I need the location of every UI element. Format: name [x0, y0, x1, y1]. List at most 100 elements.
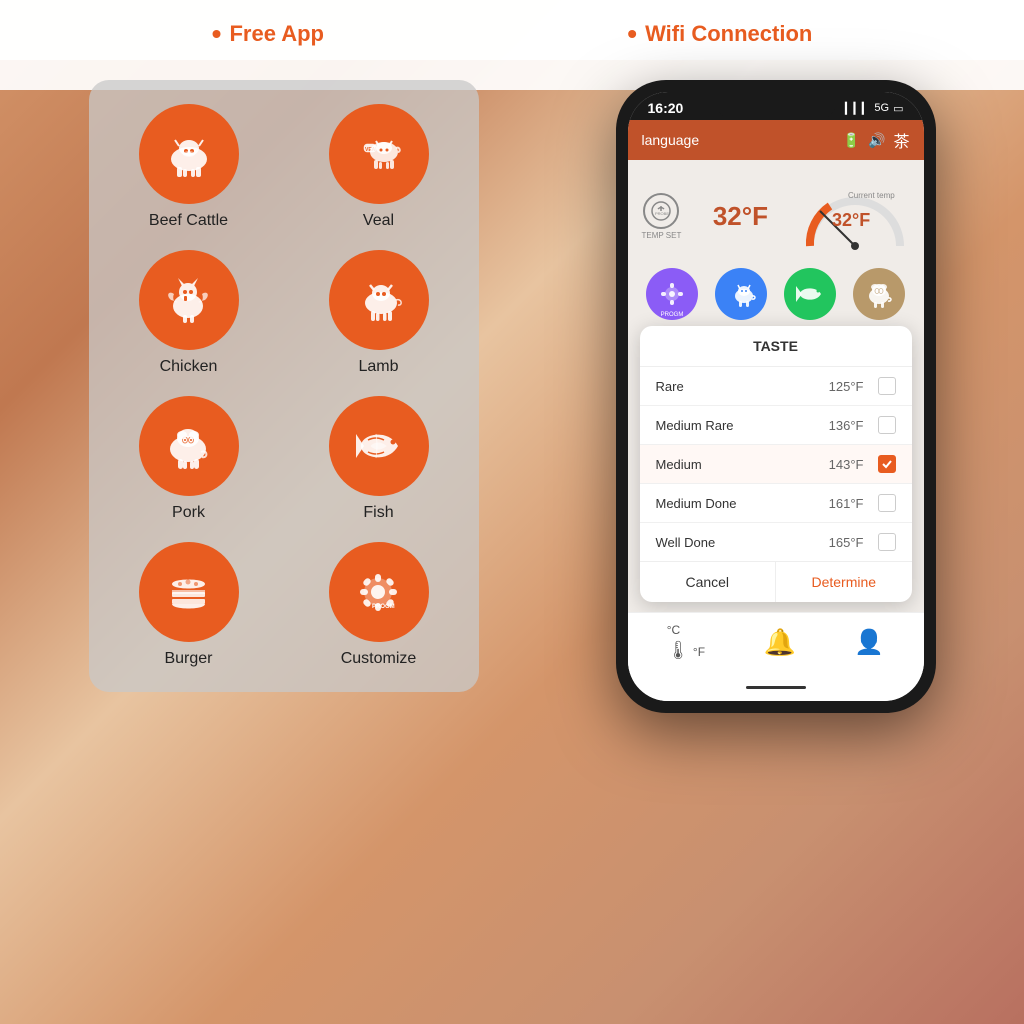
cancel-button[interactable]: Cancel	[640, 562, 777, 602]
free-app-header: • Free App	[212, 18, 324, 50]
medium-rare-checkbox[interactable]	[878, 416, 896, 434]
phone-screen: 16:20 ▎▎▎ 5G ▭ language 🔋 🔊 茶	[628, 92, 924, 701]
pork-icon[interactable]	[139, 396, 239, 496]
chicken-label: Chicken	[160, 358, 218, 376]
bullet-right: •	[627, 18, 637, 50]
customize-label: Customize	[341, 650, 417, 668]
status-time: 16:20	[648, 100, 684, 116]
support-icon: 👤	[854, 629, 884, 656]
chicken-icon[interactable]	[139, 250, 239, 350]
app-header-bar: language 🔋 🔊 茶	[628, 120, 924, 160]
medium-label: Medium	[656, 457, 702, 472]
temp-set-label: TEMP SET	[642, 231, 682, 240]
status-icons: ▎▎▎ 5G ▭	[845, 102, 903, 115]
medium-done-label: Medium Done	[656, 496, 737, 511]
taste-row-rare[interactable]: Rare 125°F	[640, 367, 912, 406]
animal-button-row: PROGM	[638, 262, 914, 326]
taste-popup: TASTE Rare 125°F Medium Rare	[640, 326, 912, 602]
thermometer-icon: 🌡	[667, 640, 690, 660]
wifi-header: • Wifi Connection	[627, 18, 812, 50]
beef-cattle-icon[interactable]	[139, 104, 239, 204]
battery-icon: ▭	[893, 102, 903, 115]
well-done-label: Well Done	[656, 535, 716, 550]
list-item[interactable]: Burger	[109, 542, 269, 668]
well-done-checkbox[interactable]	[878, 533, 896, 551]
lamb-label: Lamb	[358, 358, 398, 376]
medium-done-checkbox[interactable]	[878, 494, 896, 512]
free-app-title: Free App	[229, 21, 324, 47]
medium-temp: 143°F	[829, 457, 864, 472]
taste-actions: Cancel Determine	[640, 561, 912, 602]
list-item[interactable]: Pork	[109, 396, 269, 522]
medium-checkbox[interactable]	[878, 455, 896, 473]
taste-row-well-done[interactable]: Well Done 165°F	[640, 523, 912, 561]
list-item[interactable]: Fish	[299, 396, 459, 522]
svg-text:PROBE: PROBE	[655, 211, 669, 216]
fish-app-button[interactable]	[784, 268, 836, 320]
medium-done-temp: 161°F	[829, 496, 864, 511]
bell-tab[interactable]: 🔔	[764, 627, 796, 658]
burger-label: Burger	[164, 650, 212, 668]
medium-rare-temp: 136°F	[829, 418, 864, 433]
bullet-left: •	[212, 18, 222, 50]
header-row: • Free App • Wifi Connection	[0, 0, 1024, 60]
home-indicator-bar	[628, 672, 924, 701]
home-indicator	[746, 686, 806, 689]
content-row: Beef Cattle VEAL	[0, 60, 1024, 1024]
icon-grid: Beef Cattle VEAL	[109, 104, 459, 668]
bell-icon: 🔔	[764, 627, 796, 657]
phone-wrapper: 16:20 ▎▎▎ 5G ▭ language 🔋 🔊 茶	[616, 80, 936, 713]
main-container: • Free App • Wifi Connection	[0, 0, 1024, 1024]
pig-button[interactable]	[853, 268, 905, 320]
list-item[interactable]: PROGM Customize	[299, 542, 459, 668]
rare-temp: 125°F	[829, 379, 864, 394]
list-item[interactable]: Lamb	[299, 250, 459, 376]
rare-checkbox[interactable]	[878, 377, 896, 395]
wifi-icon: 茶	[893, 128, 909, 152]
veal-label: Veal	[363, 212, 394, 230]
taste-header: TASTE	[640, 326, 912, 367]
customize-icon[interactable]: PROGM	[329, 542, 429, 642]
network-type: 5G	[874, 102, 889, 114]
progm-label: PROGM	[661, 312, 684, 318]
taste-row-medium[interactable]: Medium 143°F	[640, 445, 912, 484]
phone-outer: 16:20 ▎▎▎ 5G ▭ language 🔋 🔊 茶	[616, 80, 936, 713]
svg-text:Current temp: Current temp	[848, 191, 895, 200]
veal-icon[interactable]: VEAL	[329, 104, 429, 204]
svg-text:32°F: 32°F	[832, 210, 870, 230]
list-item[interactable]: Chicken	[109, 250, 269, 376]
app-panel: Beef Cattle VEAL	[89, 80, 479, 692]
app-main-content: PROBE TEMP SET 32°F	[628, 160, 924, 612]
signal-bars: ▎▎▎	[845, 102, 870, 115]
temperature-display: 32°F	[713, 201, 768, 232]
lamb-icon[interactable]	[329, 250, 429, 350]
settings-button[interactable]: PROGM	[646, 268, 698, 320]
list-item[interactable]: Beef Cattle	[109, 104, 269, 230]
beef-cattle-label: Beef Cattle	[149, 212, 228, 230]
probe-section: PROBE TEMP SET	[642, 193, 682, 240]
determine-button[interactable]: Determine	[776, 562, 912, 602]
burger-icon[interactable]	[139, 542, 239, 642]
wifi-title: Wifi Connection	[645, 21, 812, 47]
temp-section: PROBE TEMP SET 32°F	[638, 170, 914, 262]
temp-unit-tab[interactable]: °C 🌡 °F	[667, 623, 705, 662]
fish-icon[interactable]	[329, 396, 429, 496]
medium-rare-label: Medium Rare	[656, 418, 734, 433]
svg-text:PROGM: PROGM	[372, 604, 395, 610]
volume-icon: 🔊	[868, 132, 885, 149]
header-icons: 🔋 🔊 茶	[843, 128, 910, 152]
goat-button[interactable]	[715, 268, 767, 320]
rare-label: Rare	[656, 379, 684, 394]
battery-header-icon: 🔋	[843, 132, 860, 149]
fish-label: Fish	[363, 504, 393, 522]
bottom-tab-bar: °C 🌡 °F 🔔 👤	[628, 612, 924, 672]
language-label: language	[642, 132, 700, 148]
gauge-area: Current temp 32°F	[800, 176, 910, 256]
taste-row-medium-done[interactable]: Medium Done 161°F	[640, 484, 912, 523]
probe-circle: PROBE	[643, 193, 679, 229]
list-item[interactable]: VEAL Veal	[299, 104, 459, 230]
phone-notch	[716, 92, 836, 120]
pork-label: Pork	[172, 504, 205, 522]
taste-row-medium-rare[interactable]: Medium Rare 136°F	[640, 406, 912, 445]
support-tab[interactable]: 👤	[854, 628, 884, 657]
